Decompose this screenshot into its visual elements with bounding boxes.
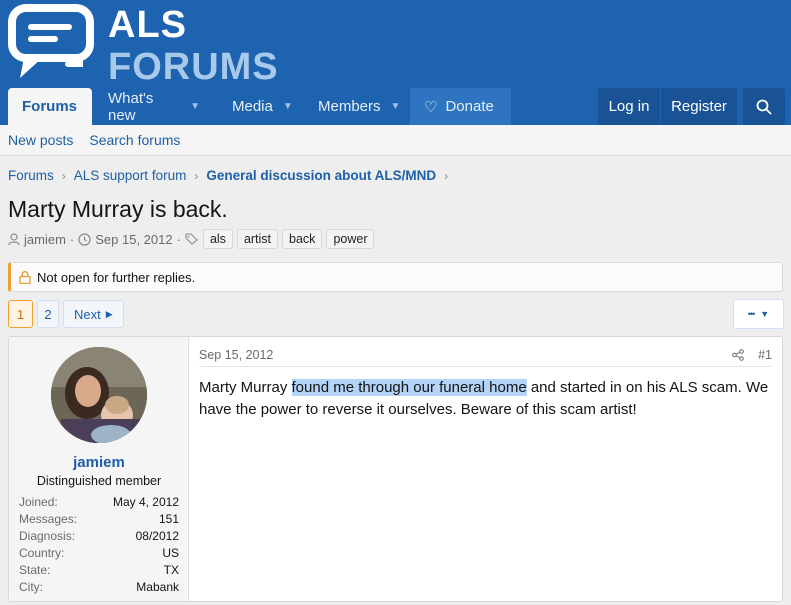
tag-back[interactable]: back (282, 229, 323, 249)
thread-author[interactable]: jamiem (24, 232, 66, 247)
thread-meta: jamiem · Sep 15, 2012 · als artist back … (8, 229, 375, 249)
stat-key: State: (19, 562, 51, 577)
stat-value: US (162, 545, 179, 560)
breadcrumb-forums[interactable]: Forums (8, 168, 54, 183)
tab-whats-new[interactable]: What's new ▼ (94, 88, 214, 125)
search-button[interactable] (743, 88, 785, 125)
stat-key: Joined: (19, 494, 58, 509)
logo-forums: FORUMS (108, 46, 279, 88)
page-title: Marty Murray is back. (8, 196, 228, 222)
chevron-down-icon[interactable]: ▼ (190, 101, 200, 112)
tab-donate-label: Donate (445, 98, 494, 115)
user-stats: Joined: May 4, 2012 Messages: 151 Diagno… (19, 493, 179, 595)
post-header: Sep 15, 2012 #1 (199, 347, 772, 367)
chevron-down-icon[interactable]: ▼ (391, 101, 401, 112)
notice-text: Not open for further replies. (37, 269, 196, 285)
stat-row: State: TX (19, 561, 179, 578)
stat-row: Joined: May 4, 2012 (19, 493, 179, 510)
avatar[interactable] (51, 347, 147, 443)
post-username[interactable]: jamiem (9, 454, 189, 471)
chevron-right-icon: › (61, 168, 66, 183)
stat-key: Country: (19, 545, 65, 560)
post-text-start: Marty Murray (199, 379, 292, 396)
post-author-panel: jamiem Distinguished member Joined: May … (9, 337, 189, 601)
meta-separator: · (176, 231, 181, 247)
thread-tools-button[interactable]: ••• ▼ (733, 299, 784, 329)
tag-power[interactable]: power (326, 229, 375, 249)
chevron-right-icon: › (444, 168, 449, 183)
stat-key: Diagnosis: (19, 528, 76, 543)
clock-icon (78, 232, 91, 246)
lock-icon (19, 270, 31, 284)
stat-row: City: Mabank (19, 578, 179, 595)
more-dots-icon: ••• (747, 309, 756, 319)
post-date[interactable]: Sep 15, 2012 (199, 348, 273, 362)
tab-media-label: Media (232, 98, 273, 115)
user-icon (8, 232, 20, 245)
thread-date[interactable]: Sep 15, 2012 (95, 232, 172, 247)
page-2-button[interactable]: 2 (37, 300, 59, 328)
chevron-down-icon: ▼ (760, 309, 770, 319)
stat-value: Mabank (136, 579, 179, 594)
stat-row: Messages: 151 (19, 510, 179, 527)
tab-donate[interactable]: ♡ Donate (410, 88, 511, 125)
login-label: Log in (608, 98, 650, 115)
user-title: Distinguished member (36, 474, 162, 488)
register-button[interactable]: Register (661, 88, 737, 125)
login-button[interactable]: Log in (598, 88, 660, 125)
next-page-button[interactable]: Next ▶ (63, 300, 124, 328)
tab-forums[interactable]: Forums (8, 88, 92, 125)
register-label: Register (671, 98, 727, 115)
search-icon (756, 99, 772, 114)
site-logo[interactable]: ALS FORUMS (8, 4, 279, 86)
search-forums-link[interactable]: Search forums (89, 132, 180, 148)
tab-whats-new-label: What's new (108, 89, 154, 124)
stat-key: City: (19, 579, 43, 594)
next-label: Next (74, 306, 101, 322)
post-number[interactable]: #1 (758, 348, 772, 362)
post-message: Marty Murray found me through our funera… (199, 377, 772, 421)
pagination: 1 2 Next ▶ (8, 300, 128, 328)
tag-artist[interactable]: artist (236, 229, 279, 249)
breadcrumb: Forums › ALS support forum › General dis… (8, 168, 456, 183)
tag-als[interactable]: als (202, 229, 233, 249)
tab-forums-label: Forums (22, 98, 78, 115)
site-header: ALS FORUMS Forums What's new ▼ Media ▼ M… (0, 0, 791, 125)
chevron-right-icon: › (194, 168, 199, 183)
stat-row: Country: US (19, 544, 179, 561)
chevron-down-icon[interactable]: ▼ (283, 101, 293, 112)
post-text-highlighted: found me through our funeral home (291, 379, 527, 396)
tab-media[interactable]: Media ▼ (218, 88, 304, 125)
stat-value: 08/2012 (135, 528, 179, 543)
meta-separator: · (69, 231, 75, 247)
tab-members[interactable]: Members ▼ (304, 88, 410, 125)
post-actions: #1 (732, 348, 772, 362)
closed-thread-notice: Not open for further replies. (8, 262, 783, 292)
tags-icon (185, 233, 198, 245)
logo-text: ALS FORUMS (108, 6, 279, 86)
page-1-button[interactable]: 1 (8, 300, 33, 328)
sub-nav: New posts Search forums (0, 125, 791, 156)
main-nav: Forums What's new ▼ Media ▼ Members ▼ ♡ … (0, 88, 791, 125)
logo-als: ALS (108, 4, 187, 46)
stat-row: Diagnosis: 08/2012 (19, 527, 179, 544)
breadcrumb-general-discussion[interactable]: General discussion about ALS/MND (206, 168, 436, 183)
stat-key: Messages: (19, 511, 78, 526)
new-posts-link[interactable]: New posts (8, 132, 73, 148)
stat-value: TX (163, 562, 179, 577)
stat-value: May 4, 2012 (112, 494, 179, 509)
chat-bubbles-icon (8, 4, 98, 82)
share-icon[interactable] (732, 348, 744, 361)
tab-members-label: Members (318, 98, 381, 115)
heart-icon: ♡ (424, 98, 438, 116)
stat-value: 151 (158, 511, 179, 526)
chevron-right-icon: ▶ (105, 308, 113, 319)
post-1: jamiem Distinguished member Joined: May … (8, 336, 783, 602)
breadcrumb-als-support[interactable]: ALS support forum (74, 168, 187, 183)
